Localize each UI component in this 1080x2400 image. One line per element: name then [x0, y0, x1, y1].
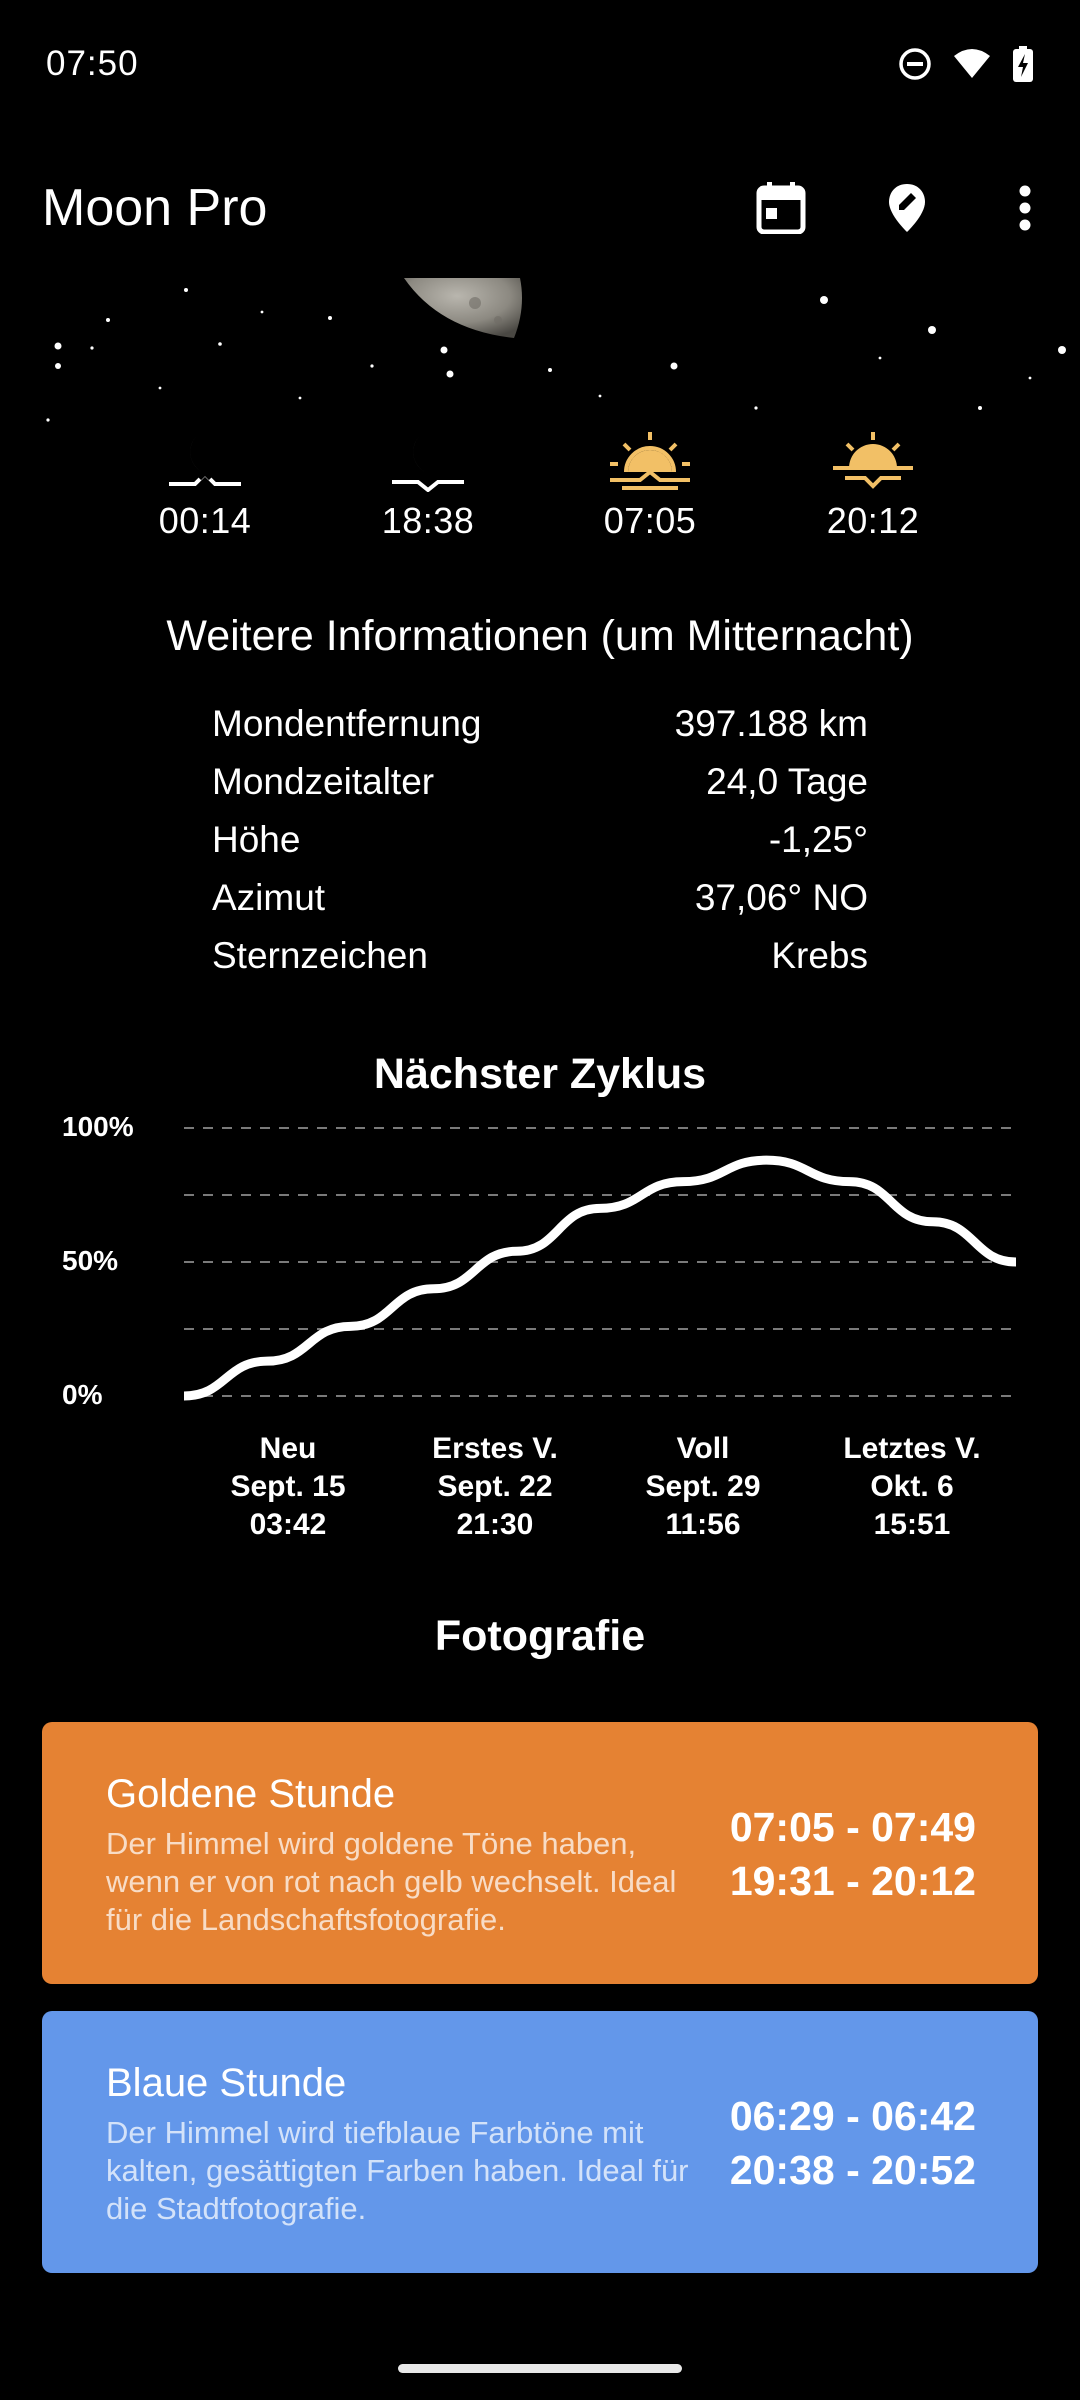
- chart-x-label: 21:30: [457, 1508, 534, 1540]
- golden-hour-times: 07:05 - 07:49 19:31 - 20:12: [730, 1800, 976, 1908]
- status-bar: 07:50: [0, 0, 1080, 130]
- blue-hour-description: Der Himmel wird tiefblaue Farbtöne mit k…: [106, 2115, 689, 2226]
- sunrise-icon: [570, 430, 730, 492]
- sunset-icon: [793, 430, 953, 492]
- golden-hour-description: Der Himmel wird goldene Töne haben, wenn…: [106, 1826, 677, 1937]
- photography-title: Fotografie: [434, 1612, 646, 1660]
- golden-hour-evening: 19:31 - 20:12: [729, 1858, 976, 1904]
- more-vert-icon: [1019, 185, 1031, 236]
- moonset-time: 18:38: [381, 500, 475, 541]
- calendar-button[interactable]: [718, 170, 844, 250]
- chart-x-label: Sept. 29: [645, 1470, 760, 1503]
- golden-hour-card[interactable]: Goldene Stunde Der Himmel wird goldene T…: [42, 1722, 1038, 1984]
- blue-hour-card[interactable]: Blaue Stunde Der Himmel wird tiefblaue F…: [42, 2011, 1038, 2273]
- chart-y-tick-label: 50%: [62, 1245, 118, 1276]
- more-options-button[interactable]: [970, 170, 1080, 250]
- info-table: Mondentfernung 397.188 km Mondzeitalter …: [212, 700, 868, 990]
- app-title: Moon Pro: [42, 179, 268, 237]
- info-value: -1,25°: [768, 819, 868, 860]
- moonrise-item: 00:14: [125, 430, 285, 542]
- moonset-icon: [348, 430, 508, 492]
- sunrise-item: 07:05: [570, 430, 730, 542]
- calendar-icon: [756, 181, 806, 239]
- moon-starfield-image: [46, 278, 1066, 422]
- info-value: 24,0 Tage: [706, 761, 868, 802]
- chart-x-label: 03:42: [250, 1508, 327, 1540]
- moonset-item: 18:38: [348, 430, 508, 542]
- info-value: Krebs: [771, 935, 868, 976]
- sunset-time: 20:12: [826, 500, 920, 541]
- chart-x-label: Voll: [677, 1432, 730, 1465]
- battery-charging-icon: [1012, 46, 1034, 87]
- rise-set-row: 00:14 18:38 07:05 20:12: [0, 430, 1080, 542]
- chart-x-label: Letztes V.: [843, 1432, 980, 1465]
- sunset-item: 20:12: [793, 430, 953, 542]
- chart-y-tick-label: 100%: [62, 1111, 134, 1142]
- info-label: Mondentfernung: [212, 703, 482, 744]
- info-label: Mondzeitalter: [212, 761, 435, 802]
- info-title: Weitere Informationen (um Mitternacht): [166, 612, 914, 660]
- chart-x-label: 11:56: [665, 1508, 740, 1540]
- chart-y-tick-label: 0%: [62, 1379, 103, 1410]
- cycle-title: Nächster Zyklus: [373, 1050, 707, 1098]
- info-label: Sternzeichen: [212, 935, 428, 976]
- wifi-icon: [952, 48, 992, 85]
- info-row: Mondentfernung 397.188 km: [212, 700, 868, 758]
- info-label: Azimut: [212, 877, 326, 918]
- info-row: Mondzeitalter 24,0 Tage: [212, 758, 868, 816]
- chart-x-label: 15:51: [874, 1508, 951, 1540]
- chart-x-label: Okt. 6: [870, 1470, 953, 1503]
- status-icons: [898, 46, 1034, 87]
- moonrise-icon: [125, 430, 285, 492]
- info-value: 37,06° NO: [694, 877, 868, 918]
- blue-hour-evening: 20:38 - 20:52: [729, 2147, 976, 2193]
- app-actions: [718, 170, 1080, 250]
- gesture-nav-handle[interactable]: [398, 2364, 682, 2373]
- info-row: Azimut 37,06° NO: [212, 874, 868, 932]
- golden-hour-morning: 07:05 - 07:49: [729, 1804, 976, 1850]
- sunrise-time: 07:05: [603, 500, 697, 541]
- info-label: Höhe: [212, 819, 301, 860]
- chart-x-label: Sept. 22: [437, 1470, 552, 1503]
- chart-series-line: [183, 1155, 1017, 1401]
- info-row: Sternzeichen Krebs: [212, 932, 868, 990]
- chart-x-label: Erstes V.: [432, 1432, 558, 1465]
- status-time: 07:50: [46, 44, 139, 83]
- chart-x-label: Neu: [260, 1432, 317, 1465]
- chart-x-label: Sept. 15: [230, 1470, 345, 1503]
- blue-hour-times: 06:29 - 06:42 20:38 - 20:52: [730, 2089, 976, 2197]
- location-edit-button[interactable]: [844, 170, 970, 250]
- moonrise-time: 00:14: [158, 500, 252, 541]
- cycle-chart: 100% 50% 0% Neu Sept. 15 03:42 Erstes V. Sept. …: [62, 1111, 1017, 1540]
- info-row: Höhe -1,25°: [212, 816, 868, 874]
- info-value: 397.188 km: [674, 703, 868, 744]
- location-edit-icon: [887, 182, 927, 239]
- app-bar: Moon Pro: [0, 150, 1080, 270]
- do-not-disturb-icon: [898, 47, 932, 86]
- blue-hour-morning: 06:29 - 06:42: [729, 2093, 976, 2139]
